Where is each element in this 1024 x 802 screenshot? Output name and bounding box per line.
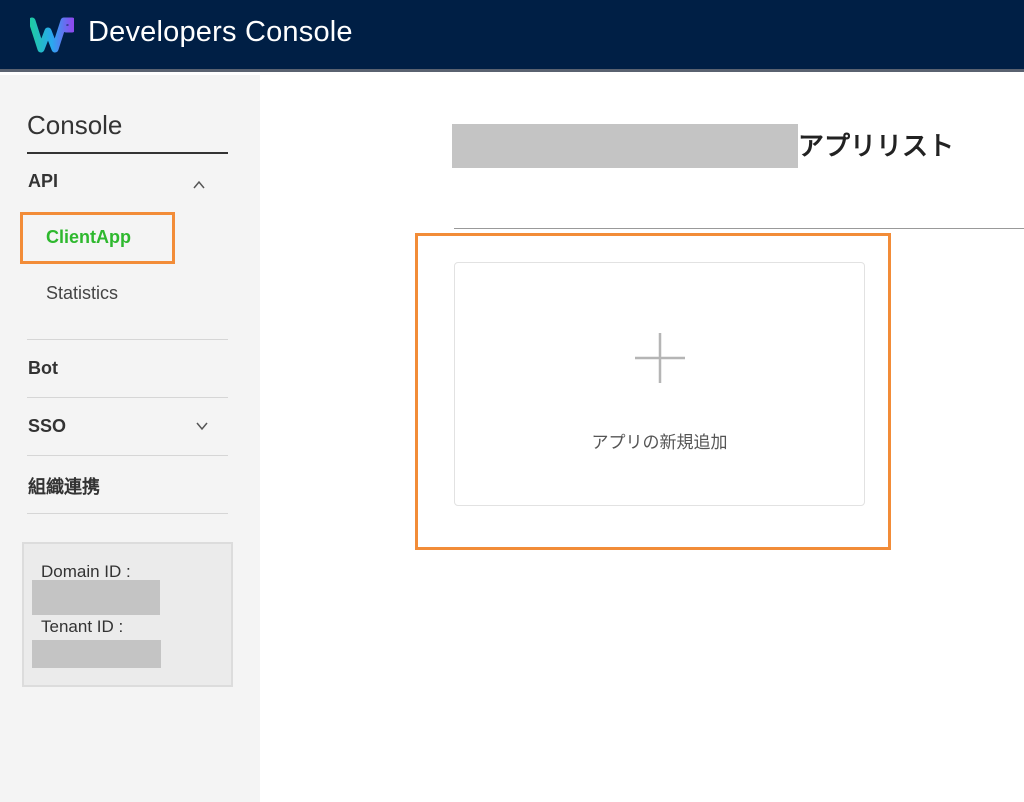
divider <box>27 397 228 398</box>
chevron-up-icon[interactable] <box>193 179 205 191</box>
tenant-info-box: Domain ID : Tenant ID : <box>22 542 233 687</box>
sidebar-section-org[interactable]: 組織連携 <box>28 473 100 499</box>
console-underline <box>27 152 228 154</box>
domain-id-label: Domain ID : <box>41 562 131 581</box>
title-divider <box>454 228 1024 229</box>
chevron-down-icon[interactable] <box>196 420 208 432</box>
add-new-app-button[interactable]: アプリの新規追加 <box>454 262 865 506</box>
sidebar-item-statistics[interactable]: Statistics <box>46 283 118 304</box>
tenant-id-label: Tenant ID : <box>41 617 124 636</box>
console-title: Console <box>27 110 123 140</box>
plus-icon <box>635 333 685 383</box>
divider <box>27 455 228 456</box>
add-new-app-label: アプリの新規追加 <box>591 433 728 453</box>
sidebar-section-bot[interactable]: Bot <box>28 358 58 379</box>
sidebar-section-api[interactable]: API <box>28 171 58 192</box>
tenant-id-value-redacted <box>32 640 161 668</box>
divider <box>27 339 228 340</box>
page-title: アプリリスト <box>798 132 955 162</box>
app-list-title-redacted <box>452 124 798 168</box>
app-title: Developers Console <box>88 16 353 48</box>
sidebar: Console API ClientApp Statistics Bot SSO… <box>0 75 260 802</box>
sidebar-item-clientapp[interactable]: ClientApp <box>46 227 131 248</box>
sidebar-section-sso[interactable]: SSO <box>28 416 66 437</box>
divider <box>27 513 228 514</box>
top-header: Developers Console <box>0 0 1024 72</box>
domain-id-value-redacted <box>32 580 160 615</box>
works-logo-icon[interactable] <box>30 17 74 53</box>
